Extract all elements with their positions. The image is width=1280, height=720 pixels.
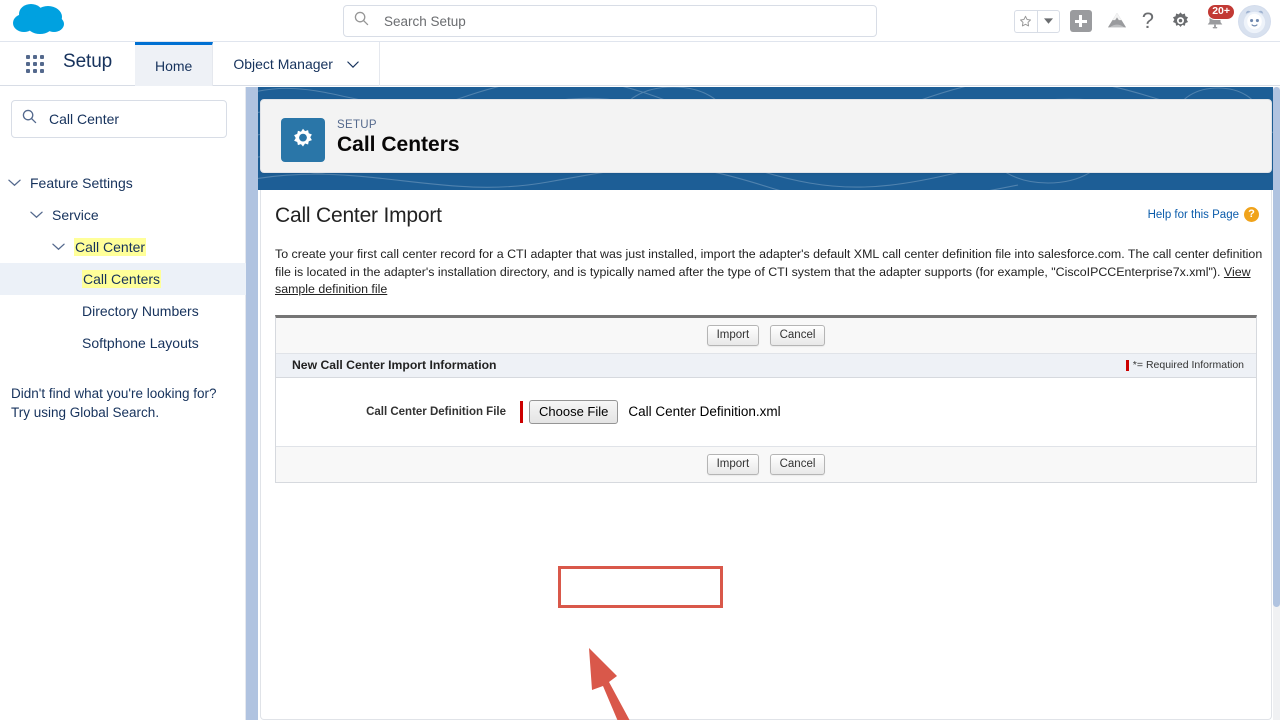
user-avatar[interactable] xyxy=(1238,4,1271,38)
favorites-group[interactable] xyxy=(1013,9,1060,33)
sidebar-item-label: Feature Settings xyxy=(30,175,133,191)
favorites-dropdown-icon[interactable] xyxy=(1036,9,1060,33)
trailhead-mountain-icon[interactable] xyxy=(1106,11,1128,31)
scrollbar-thumb[interactable] xyxy=(1273,87,1280,607)
bottom-button-bar: Import Cancel xyxy=(276,445,1256,482)
sidebar-item-label: Softphone Layouts xyxy=(82,335,199,351)
sidebar-item-feature-settings[interactable]: Feature Settings xyxy=(0,167,246,199)
import-button-bottom[interactable]: Import xyxy=(706,453,760,475)
favorites-star-icon[interactable] xyxy=(1013,9,1037,33)
classic-content-panel: Call Center Import Help for this Page ? … xyxy=(260,190,1272,720)
file-field-row: Call Center Definition File Choose File … xyxy=(276,377,1256,446)
sidebar-divider xyxy=(246,87,258,720)
cancel-button-bottom[interactable]: Cancel xyxy=(769,453,826,475)
top-button-bar: Import Cancel xyxy=(276,317,1256,354)
help-for-this-page-link[interactable]: Help for this Page ? xyxy=(1148,207,1259,222)
content-description: To create your first call center record … xyxy=(275,246,1263,299)
search-input[interactable] xyxy=(384,13,876,29)
setup-nav-bar: Setup Home Object Manager xyxy=(0,42,1280,86)
setup-app-title: Setup xyxy=(63,51,113,72)
file-upload-control[interactable]: Choose File Call Center Definition.xml xyxy=(529,399,781,424)
global-search[interactable] xyxy=(343,5,877,37)
choose-file-button[interactable]: Choose File xyxy=(529,399,619,424)
quick-find-input[interactable] xyxy=(49,111,214,127)
setup-tree: Feature Settings Service Call Center Cal… xyxy=(0,167,246,359)
sidebar-item-label: Call Center xyxy=(74,238,147,256)
page-scrollbar[interactable] xyxy=(1273,87,1280,720)
sidebar-note-line-1: Didn't find what you're looking for? xyxy=(11,386,217,401)
page-header-card: SETUP Call Centers xyxy=(260,99,1272,173)
help-question-icon: ? xyxy=(1244,207,1259,222)
cancel-button-top[interactable]: Cancel xyxy=(769,324,826,346)
help-link-label: Help for this Page xyxy=(1147,208,1239,221)
import-button-top[interactable]: Import xyxy=(706,324,760,346)
chevron-down-icon xyxy=(347,56,359,72)
sidebar-item-label: Call Centers xyxy=(82,270,162,288)
import-form: Import Cancel New Call Center Import Inf… xyxy=(275,314,1257,483)
setup-sidebar: Feature Settings Service Call Center Cal… xyxy=(0,87,246,720)
setup-tabs: Home Object Manager xyxy=(135,42,380,86)
sidebar-item-call-centers[interactable]: Call Centers xyxy=(0,263,246,295)
annotation-arrow xyxy=(581,642,671,720)
notification-count-badge: 20+ xyxy=(1207,4,1235,21)
app-launcher-icon[interactable] xyxy=(26,55,46,73)
search-icon xyxy=(354,11,369,31)
sidebar-item-call-center[interactable]: Call Center xyxy=(0,231,246,263)
global-header: ? 20+ xyxy=(0,0,1280,42)
quick-find-box[interactable] xyxy=(11,100,227,138)
help-question-icon[interactable]: ? xyxy=(1142,10,1154,32)
content-title: Call Center Import xyxy=(275,204,442,227)
sidebar-item-service[interactable]: Service xyxy=(0,199,246,231)
annotation-highlight-box xyxy=(558,566,723,608)
form-section-title: New Call Center Import Information xyxy=(292,358,497,372)
required-marker-icon xyxy=(520,400,523,423)
tab-home-label: Home xyxy=(155,57,193,74)
required-marker-icon xyxy=(1125,359,1129,371)
sidebar-item-label: Service xyxy=(52,207,99,223)
form-section-header: New Call Center Import Information * = R… xyxy=(276,353,1256,378)
setup-gear-icon[interactable] xyxy=(1170,11,1191,32)
sidebar-note-line-2: Try using Global Search. xyxy=(11,405,160,420)
required-information-legend: * = Required Information xyxy=(1125,359,1244,371)
sidebar-item-softphone-layouts[interactable]: Softphone Layouts xyxy=(0,327,246,359)
description-text: To create your first call center record … xyxy=(275,247,1263,279)
tab-object-manager[interactable]: Object Manager xyxy=(213,42,380,86)
search-icon xyxy=(22,109,37,129)
required-legend-label: = Required Information xyxy=(1136,359,1244,371)
sidebar-help-note: Didn't find what you're looking for? Try… xyxy=(11,384,236,422)
global-actions-plus-icon[interactable] xyxy=(1069,10,1092,32)
file-name-display: Call Center Definition.xml xyxy=(628,404,781,419)
main-content: SETUP Call Centers Call Center Import He… xyxy=(258,87,1273,720)
file-field-label: Call Center Definition File xyxy=(366,405,506,418)
chevron-down-icon[interactable] xyxy=(52,240,66,254)
tab-object-manager-label: Object Manager xyxy=(233,56,333,72)
notifications-bell-icon[interactable]: 20+ xyxy=(1204,4,1235,32)
sidebar-item-label: Directory Numbers xyxy=(82,303,199,319)
header-icon-group: ? 20+ xyxy=(1013,0,1276,42)
page-title: Call Centers xyxy=(337,133,460,156)
sidebar-item-directory-numbers[interactable]: Directory Numbers xyxy=(0,295,246,327)
page-header-eyebrow: SETUP xyxy=(337,119,377,131)
chevron-down-icon[interactable] xyxy=(30,208,44,222)
setup-gear-icon xyxy=(281,118,325,162)
salesforce-cloud-logo[interactable] xyxy=(10,1,72,41)
chevron-down-icon[interactable] xyxy=(8,176,22,190)
tab-home[interactable]: Home xyxy=(135,42,214,86)
